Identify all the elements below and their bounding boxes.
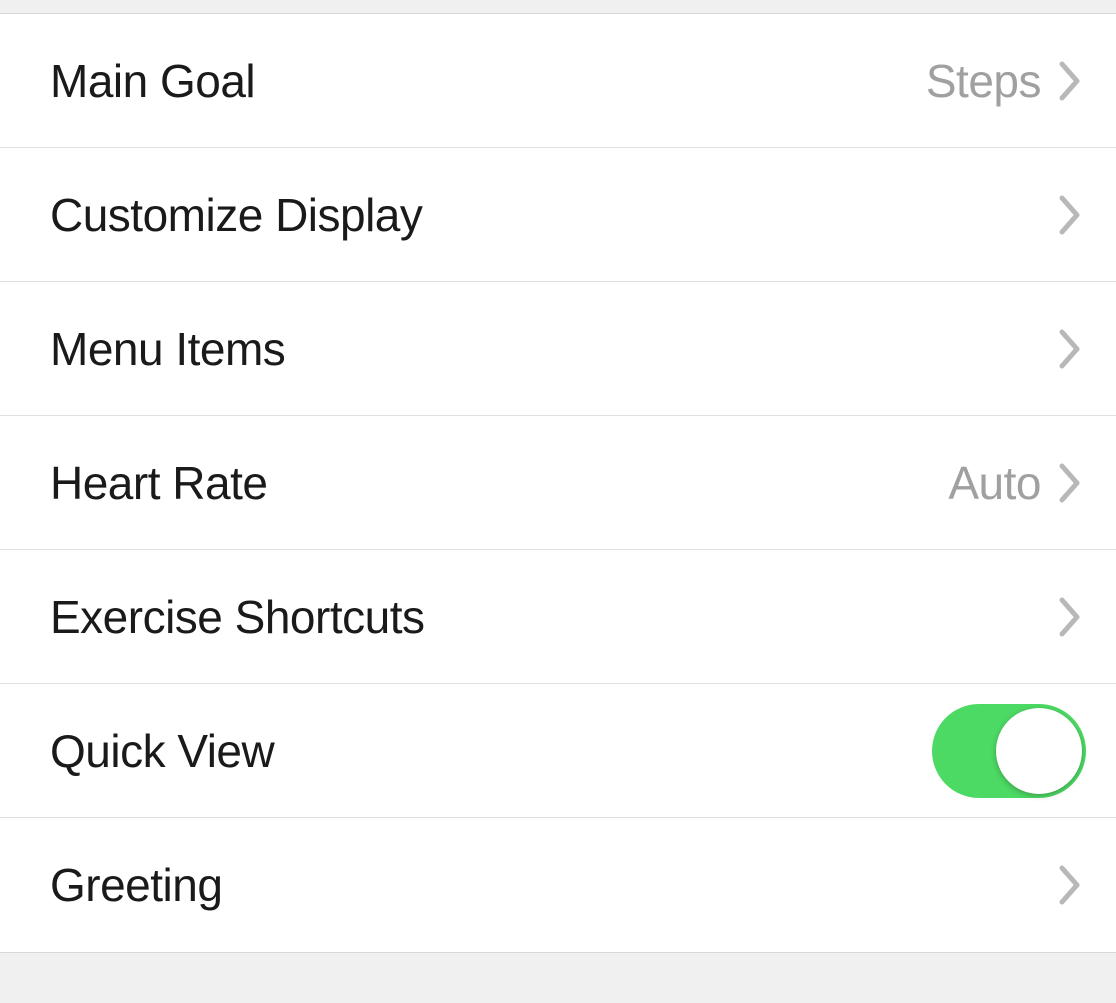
chevron-right-icon [1059, 329, 1081, 369]
row-label: Greeting [50, 858, 1059, 912]
row-label: Main Goal [50, 54, 926, 108]
row-main-goal[interactable]: Main Goal Steps [0, 14, 1116, 148]
quick-view-toggle[interactable] [932, 704, 1086, 798]
row-exercise-shortcuts[interactable]: Exercise Shortcuts [0, 550, 1116, 684]
chevron-right-icon [1059, 61, 1081, 101]
settings-list: Main Goal Steps Customize Display Menu I… [0, 13, 1116, 953]
row-menu-items[interactable]: Menu Items [0, 282, 1116, 416]
row-label: Customize Display [50, 188, 1059, 242]
chevron-right-icon [1059, 195, 1081, 235]
row-label: Exercise Shortcuts [50, 590, 1059, 644]
chevron-right-icon [1059, 463, 1081, 503]
row-value: Steps [926, 54, 1041, 108]
row-label: Heart Rate [50, 456, 948, 510]
chevron-right-icon [1059, 865, 1081, 905]
toggle-knob [996, 708, 1082, 794]
row-quick-view: Quick View [0, 684, 1116, 818]
row-value: Auto [948, 456, 1041, 510]
row-greeting[interactable]: Greeting [0, 818, 1116, 952]
row-heart-rate[interactable]: Heart Rate Auto [0, 416, 1116, 550]
row-customize-display[interactable]: Customize Display [0, 148, 1116, 282]
row-label: Quick View [50, 724, 932, 778]
chevron-right-icon [1059, 597, 1081, 637]
row-label: Menu Items [50, 322, 1059, 376]
